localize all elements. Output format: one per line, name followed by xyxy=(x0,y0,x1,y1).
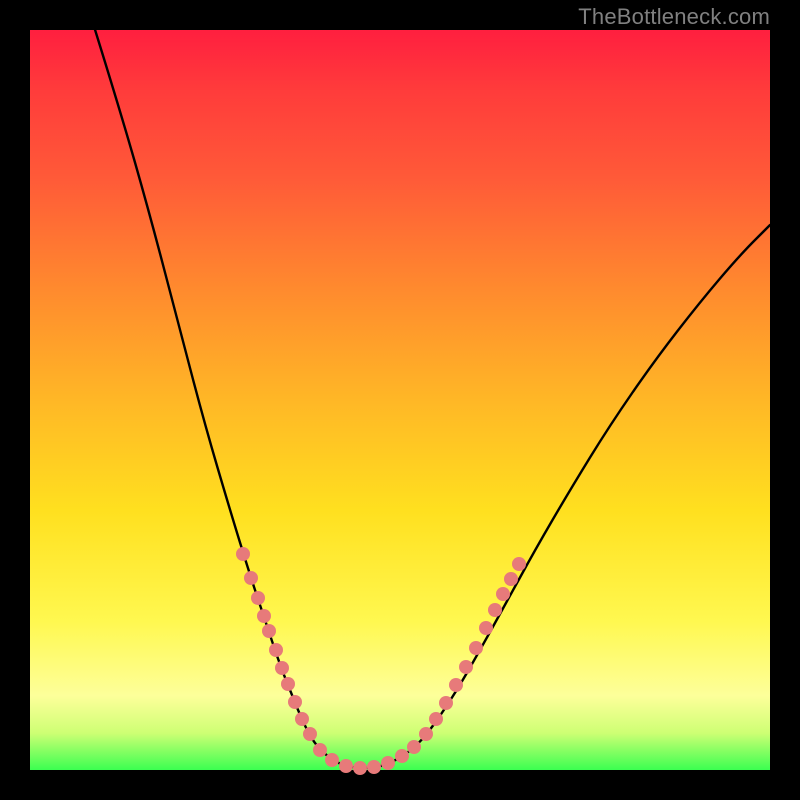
highlight-dot xyxy=(504,572,518,586)
watermark-text: TheBottleneck.com xyxy=(578,4,770,30)
highlight-dot xyxy=(262,624,276,638)
highlight-dot xyxy=(339,759,353,773)
highlight-dot xyxy=(479,621,493,635)
highlight-dot xyxy=(303,727,317,741)
bottleneck-curve xyxy=(92,20,770,768)
highlight-dot xyxy=(295,712,309,726)
highlight-dot xyxy=(439,696,453,710)
highlight-dot xyxy=(325,753,339,767)
curve-svg xyxy=(30,30,770,770)
highlight-dot xyxy=(313,743,327,757)
highlight-dot xyxy=(353,761,367,775)
highlight-dot xyxy=(257,609,271,623)
highlight-dot xyxy=(381,756,395,770)
highlight-dot xyxy=(407,740,421,754)
highlight-dot xyxy=(496,587,510,601)
highlight-dot xyxy=(275,661,289,675)
highlight-dot xyxy=(429,712,443,726)
highlight-dot xyxy=(449,678,463,692)
highlight-dot xyxy=(281,677,295,691)
highlight-dot xyxy=(288,695,302,709)
highlight-dot xyxy=(459,660,473,674)
highlight-dot xyxy=(488,603,502,617)
highlight-dot xyxy=(419,727,433,741)
highlight-dot xyxy=(236,547,250,561)
highlight-dot xyxy=(469,641,483,655)
highlight-dot xyxy=(512,557,526,571)
highlight-dot xyxy=(395,749,409,763)
chart-frame: TheBottleneck.com xyxy=(0,0,800,800)
plot-area xyxy=(30,30,770,770)
highlight-dot xyxy=(367,760,381,774)
highlight-dot xyxy=(269,643,283,657)
highlight-dot xyxy=(244,571,258,585)
highlight-dot xyxy=(251,591,265,605)
